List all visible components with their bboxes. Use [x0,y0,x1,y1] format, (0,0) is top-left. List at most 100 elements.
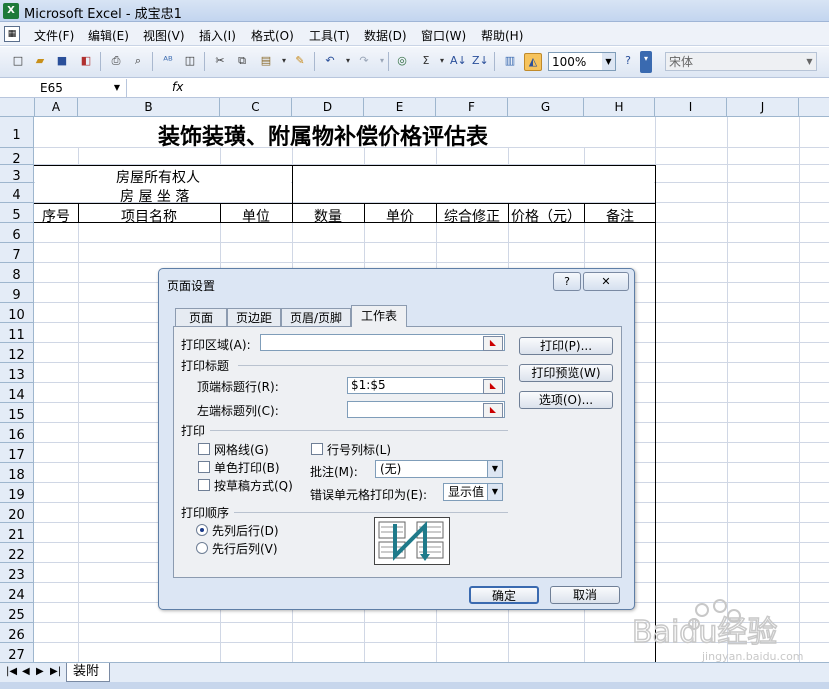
column-header[interactable] [799,98,829,117]
column-header[interactable]: G [508,98,584,117]
column-header[interactable]: E [364,98,436,117]
row-header[interactable]: 4 [0,183,34,203]
tab-margins[interactable]: 页边距 [227,308,281,327]
close-icon[interactable]: ✕ [583,272,629,291]
cancel-button[interactable]: 取消 [550,586,620,604]
print-preview-icon[interactable]: ⌕ [130,53,146,69]
paste-dropdown-icon[interactable]: ▾ [276,53,292,69]
column-header[interactable]: H [584,98,655,117]
tab-sheet[interactable]: 工作表 [351,305,407,327]
collapse-dialog-icon[interactable]: ◣ [483,379,503,394]
row-header[interactable]: 24 [0,583,34,603]
menu-help[interactable]: 帮助(H) [481,27,523,44]
format-painter-icon[interactable]: ✎ [292,53,308,69]
row-header[interactable]: 8 [0,263,34,283]
zoom-select[interactable]: 100% ▼ [548,52,616,71]
chevron-down-icon[interactable]: ▼ [114,79,120,97]
mono-checkbox[interactable] [198,461,210,473]
chevron-down-icon[interactable]: ▼ [487,461,502,477]
permission-icon[interactable]: ◧ [78,53,94,69]
research-icon[interactable]: ◫ [182,53,198,69]
menu-tools[interactable]: 工具(T) [309,27,350,44]
paste-icon[interactable]: ▤ [258,53,274,69]
chevron-down-icon[interactable]: ▼ [803,53,816,70]
top-rows-input[interactable]: $1:$5 ◣ [347,377,505,394]
print-button[interactable]: 打印(P)... [519,337,613,355]
ok-button[interactable]: 确定 [469,586,539,604]
sort-descending-icon[interactable]: Z↓ [472,53,489,69]
row-header[interactable]: 16 [0,423,34,443]
column-header[interactable]: A [35,98,78,117]
print-icon[interactable]: ⎙ [108,53,124,69]
menu-view[interactable]: 视图(V) [143,27,185,44]
prev-sheet-icon[interactable]: ◀ [22,666,30,677]
row-header[interactable]: 23 [0,563,34,583]
spelling-icon[interactable]: ᴬᴮ [160,53,176,69]
excel-icon[interactable]: X [3,3,19,19]
chevron-down-icon[interactable]: ▼ [602,53,615,70]
row-header[interactable]: 10 [0,303,34,323]
menu-file[interactable]: 文件(F) [34,27,74,44]
first-sheet-icon[interactable]: |◀ [6,666,17,677]
hyperlink-icon[interactable]: ◎ [394,53,410,69]
document-icon[interactable]: ▦ [4,26,20,42]
row-header[interactable]: 2 [0,148,34,167]
menu-data[interactable]: 数据(D) [364,27,407,44]
row-col-headers-checkbox[interactable] [311,443,323,455]
sort-ascending-icon[interactable]: A↓ [450,53,467,69]
over-then-down-radio[interactable] [196,542,208,554]
drawing-icon[interactable]: ◭ [524,53,542,71]
next-sheet-icon[interactable]: ▶ [36,666,44,677]
column-header[interactable]: F [436,98,508,117]
save-icon[interactable]: ■ [54,53,70,69]
column-header[interactable]: B [78,98,220,117]
row-header[interactable]: 21 [0,523,34,543]
select-all-corner[interactable] [0,98,35,117]
column-header[interactable]: D [292,98,364,117]
left-cols-input[interactable]: ◣ [347,401,505,418]
options-button[interactable]: 选项(O)... [519,391,613,409]
row-header[interactable]: 1 [0,117,34,148]
autosum-icon[interactable]: Σ [418,53,434,69]
redo-icon[interactable]: ↷ [356,53,372,69]
menu-edit[interactable]: 编辑(E) [88,27,129,44]
row-header[interactable]: 20 [0,503,34,523]
draft-checkbox[interactable] [198,479,210,491]
undo-dropdown-icon[interactable]: ▾ [340,53,356,69]
row-header[interactable]: 3 [0,165,34,184]
row-header[interactable]: 17 [0,443,34,463]
row-header[interactable]: 19 [0,483,34,503]
row-header[interactable]: 26 [0,623,34,643]
row-header[interactable]: 7 [0,243,34,263]
row-header[interactable]: 5 [0,203,34,223]
help-icon[interactable]: ? [620,53,636,69]
column-header[interactable]: I [655,98,727,117]
undo-icon[interactable]: ↶ [322,53,338,69]
font-select[interactable]: 宋体 ▼ [665,52,817,71]
tab-page[interactable]: 页面 [175,308,227,327]
toolbar-options-icon[interactable]: ▾ [640,51,652,73]
name-box[interactable]: E65 ▼ [0,79,127,97]
tab-header-footer[interactable]: 页眉/页脚 [281,308,351,327]
row-header[interactable]: 14 [0,383,34,403]
autosum-dropdown-icon[interactable]: ▾ [434,53,450,69]
chevron-down-icon[interactable]: ▼ [487,484,502,500]
column-header[interactable]: J [727,98,799,117]
sheet-tab[interactable]: 装附 [66,663,111,682]
row-header[interactable]: 11 [0,323,34,343]
print-preview-button[interactable]: 打印预览(W) [519,364,613,382]
row-header[interactable]: 27 [0,643,34,663]
row-header[interactable]: 13 [0,363,34,383]
copy-icon[interactable]: ⧉ [234,53,250,69]
row-header[interactable]: 22 [0,543,34,563]
chart-wizard-icon[interactable]: ▥ [502,53,518,69]
row-header[interactable]: 12 [0,343,34,363]
down-then-over-radio[interactable] [196,524,208,536]
gridlines-checkbox[interactable] [198,443,210,455]
menu-format[interactable]: 格式(O) [251,27,294,44]
open-icon[interactable]: ▰ [32,53,48,69]
row-header[interactable]: 18 [0,463,34,483]
menu-insert[interactable]: 插入(I) [199,27,236,44]
comments-select[interactable]: (无) ▼ [375,460,503,478]
row-header[interactable]: 25 [0,603,34,623]
